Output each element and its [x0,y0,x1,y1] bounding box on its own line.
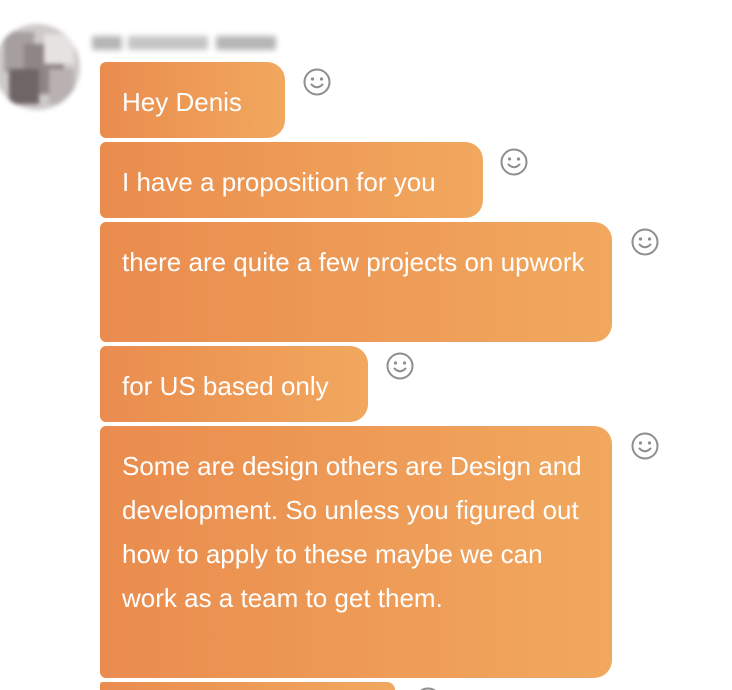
smiley-face-icon[interactable] [630,227,660,257]
smiley-face-icon[interactable] [630,431,660,461]
smiley-face-icon[interactable] [413,686,443,690]
message-text: for US based only [122,371,329,401]
message-text: there are quite a few projects on upwork [122,247,585,277]
message-bubble[interactable] [100,682,395,690]
message-text: Some are design others are Design and de… [122,451,582,613]
message-bubble[interactable]: Hey Denis [100,62,285,138]
smiley-face-icon[interactable] [385,351,415,381]
message-bubble[interactable]: for US based only [100,346,368,422]
message-bubble[interactable]: there are quite a few projects on upwork [100,222,612,342]
smiley-face-icon[interactable] [499,147,529,177]
message-bubble[interactable]: Some are design others are Design and de… [100,426,612,678]
message-text: I have a proposition for you [122,167,436,197]
avatar[interactable] [0,24,80,110]
message-bubble[interactable]: I have a proposition for you [100,142,483,218]
message-text: Hey Denis [122,87,242,117]
message-thread: Hey Denis I have a proposition for you t… [0,0,732,690]
sender-name-redacted [92,28,282,54]
smiley-face-icon[interactable] [302,67,332,97]
